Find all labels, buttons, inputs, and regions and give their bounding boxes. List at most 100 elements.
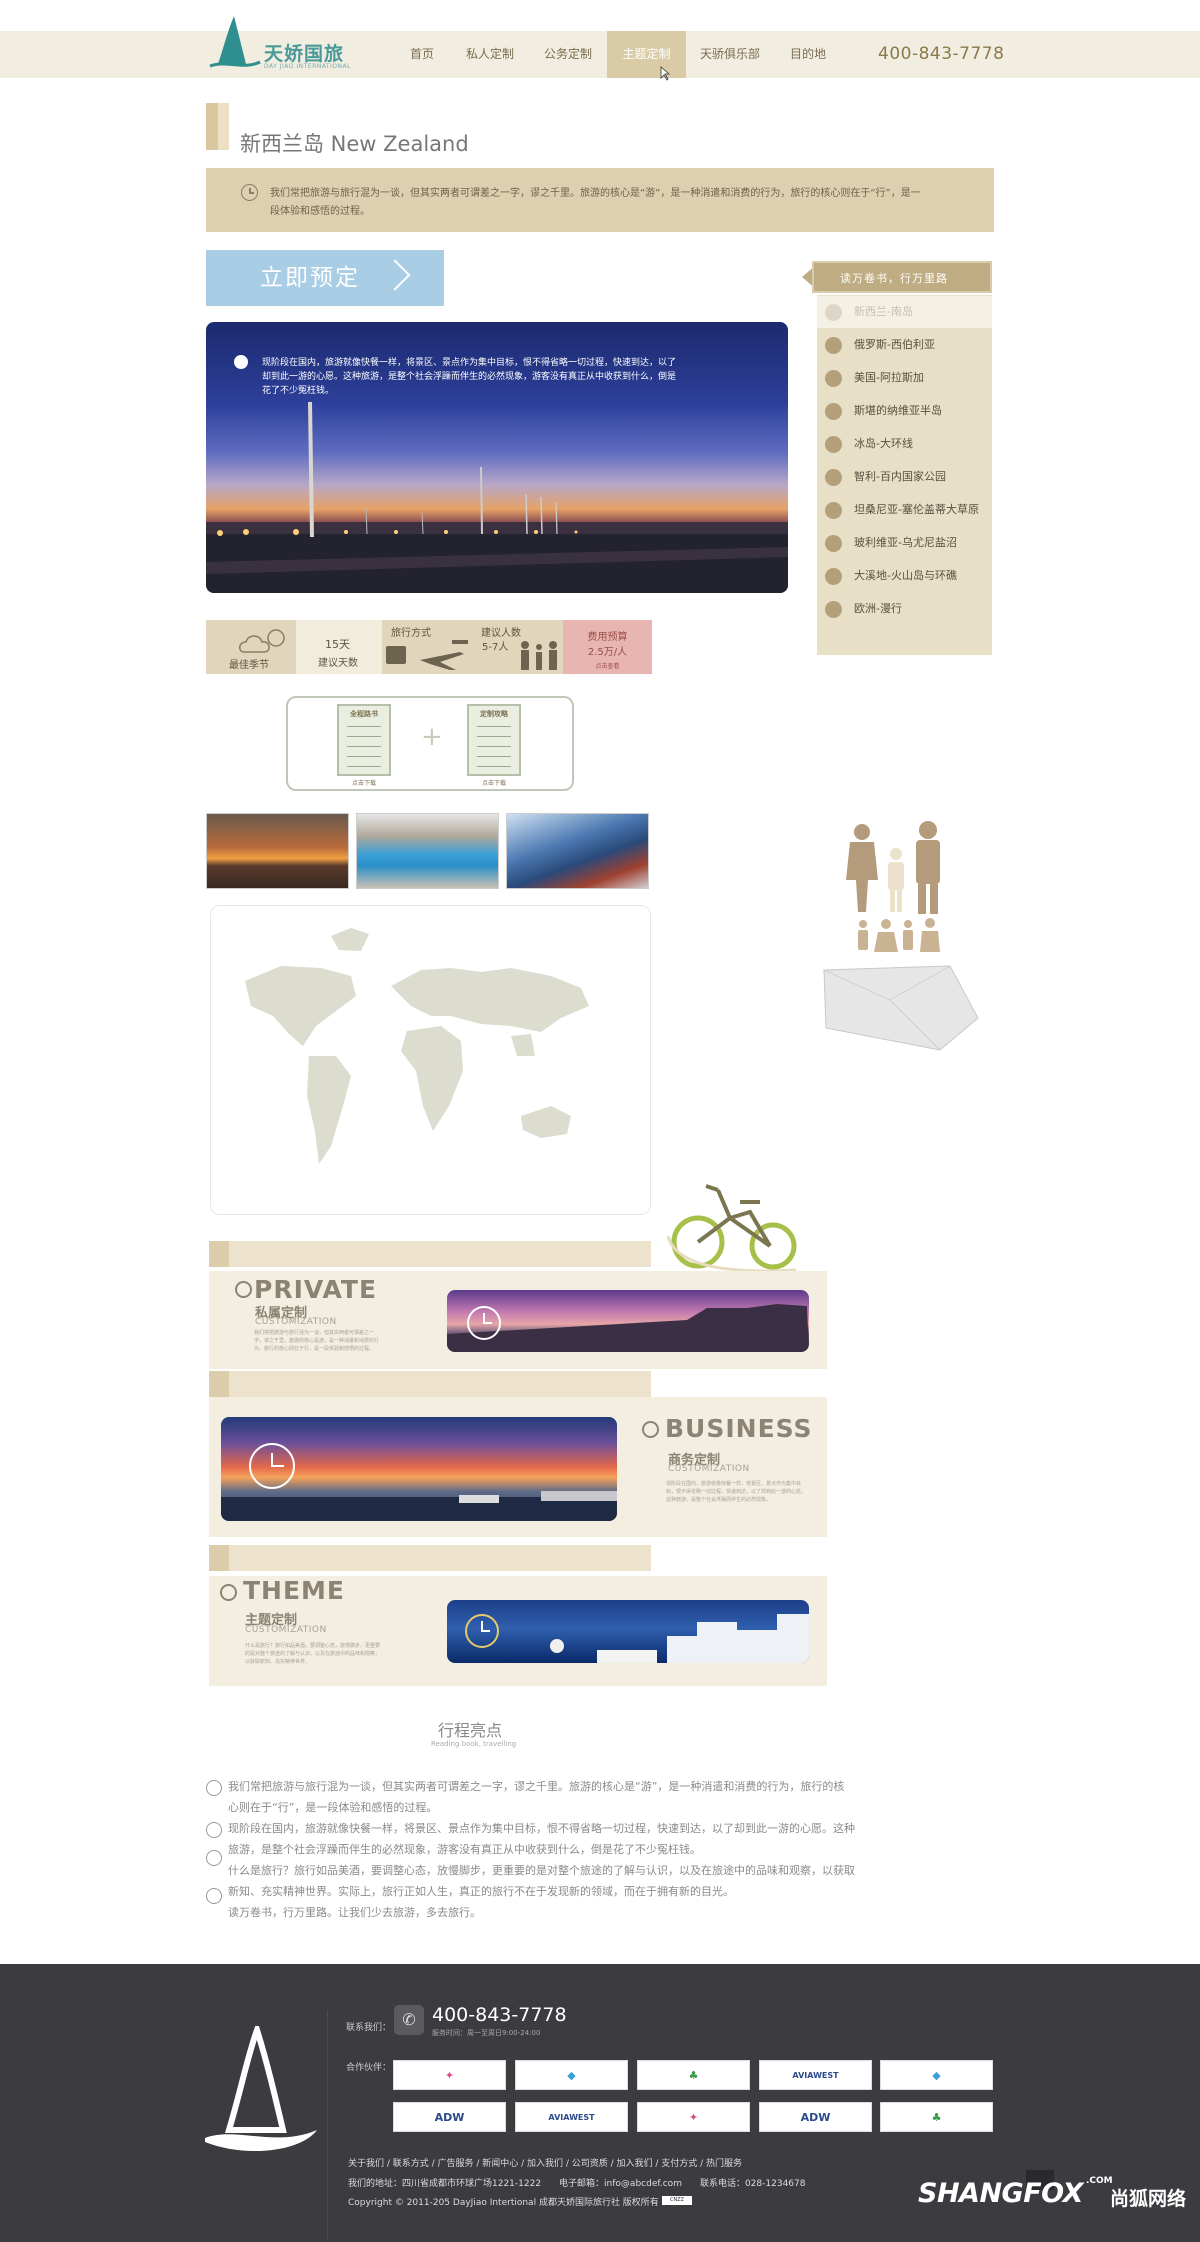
partners-label: 合作伙伴： <box>346 2063 392 2073</box>
business-description: 现阶段在国内，旅游就像快餐一样，将景区、景点作为集中目标，恨不得省略一切过程，快… <box>666 1481 807 1503</box>
theme-en-subtitle: CUSTOMIZATION <box>245 1625 327 1635</box>
sidebar-item-tanzania[interactable]: 坦桑尼亚-塞伦盖蒂大草原 <box>817 494 992 526</box>
partner-logo[interactable]: ADW <box>393 2102 506 2132</box>
clock-icon <box>642 1421 659 1438</box>
nav-private[interactable]: 私人定制 <box>458 31 522 78</box>
theme-heading: THEME <box>243 1576 346 1605</box>
wing-logo-icon: ◆ <box>567 2069 576 2082</box>
book-now-label: 立即预定 <box>260 265 360 291</box>
santorini-scene <box>550 1614 809 1663</box>
partner-logo[interactable]: ♣ <box>637 2060 750 2090</box>
sidebar-item-chile[interactable]: 智利-百内国家公园 <box>817 461 992 493</box>
private-description: 我们常把旅游与旅行混为一谈，但其实两者可谓差之一字，谬之千里。旅游的核心是游，是… <box>254 1330 380 1352</box>
sidebar-item-new-zealand[interactable]: 新西兰-南岛 <box>817 296 992 328</box>
partner-logo[interactable]: AVIAWEST <box>515 2102 628 2132</box>
budget-label: 费用预算 <box>587 632 628 643</box>
globe-icon <box>825 535 842 552</box>
sidebar-item-alaska[interactable]: 美国-阿拉斯加 <box>817 362 992 394</box>
family-box-illustration <box>823 821 979 1051</box>
sidebar-item-label: 新西兰-南岛 <box>854 305 913 318</box>
brand-subtitle: DAY JIAO INTERNATIONAL <box>264 63 351 70</box>
chevron-right-icon <box>379 259 411 291</box>
butterfly-logo-icon: ✦ <box>444 2069 455 2082</box>
ship-thumbnail[interactable] <box>506 813 649 889</box>
watermark-com: .COM <box>1086 2176 1113 2186</box>
leaf-logo-icon: ♣ <box>931 2111 942 2124</box>
business-en-subtitle: CUSTOMIZATION <box>668 1464 750 1474</box>
sunset-thumbnail[interactable] <box>206 813 349 889</box>
sidebar-item-label: 大溪地-火山岛与环礁 <box>854 569 957 582</box>
partner-logo[interactable]: ◆ <box>880 2060 993 2090</box>
clock-icon <box>467 1306 501 1340</box>
cursor-icon <box>660 66 670 81</box>
butterfly-logo-icon: ✦ <box>688 2111 699 2124</box>
sidebar-item-iceland[interactable]: 冰岛-大环线 <box>817 428 992 460</box>
hero-caption: 现阶段在国内，旅游就像快餐一样，将景区、景点作为集中目标，恨不得省略一切过程，快… <box>262 358 677 396</box>
wing-logo-icon: ◆ <box>932 2069 941 2082</box>
footer-sail-logo-icon <box>205 2026 317 2152</box>
private-image[interactable] <box>447 1290 809 1352</box>
sidebar-item-label: 欧洲-漫行 <box>854 602 902 615</box>
sidebar-item-tahiti[interactable]: 大溪地-火山岛与环礁 <box>817 560 992 592</box>
guide-doc-button[interactable]: 定制攻略 <box>467 704 521 776</box>
days-value: 15天 <box>325 638 350 651</box>
nav-destination[interactable]: 目的地 <box>783 31 833 78</box>
highlights-line: 现阶段在国内，旅游就像快餐一样，将景区、景点作为集中目标，恨不得省略一切过程，快… <box>228 1822 855 1835</box>
top-nav-bar <box>0 31 1200 78</box>
private-tab <box>209 1241 651 1267</box>
highlights-line: 旅游，是整个社会浮躁而伴生的必然现象，游客没有真正从中收获到什么，倒是花了不少冤… <box>228 1843 701 1856</box>
lightbulb-icon <box>234 355 248 369</box>
highlights-line: 读万卷书，行万里路。让我们少去旅游，多去旅行。 <box>228 1906 481 1919</box>
weather-icon <box>239 629 285 653</box>
business-heading: BUSINESS <box>665 1414 813 1443</box>
globe-icon <box>825 436 842 453</box>
sidebar-item-bolivia[interactable]: 玻利维亚-乌尤尼盐沼 <box>817 527 992 559</box>
nav-club[interactable]: 天骄俱乐部 <box>695 31 765 78</box>
people-value: 5-7人 <box>482 642 509 653</box>
itinerary-doc-button[interactable]: 全程路书 <box>337 704 391 776</box>
guide-doc-title: 定制攻略 <box>480 710 508 718</box>
plus-icon: + <box>421 722 443 752</box>
partner-logo[interactable]: AVIAWEST <box>759 2060 872 2090</box>
itinerary-download-link[interactable]: 点击下载 <box>352 778 376 787</box>
budget-cell[interactable]: 费用预算 2.5万/人 点击查看 <box>563 620 652 674</box>
highlights-line: 我们常把旅游与旅行混为一谈，但其实两者可谓差之一字，谬之千里。旅游的核心是“游”… <box>228 1780 845 1793</box>
private-en-subtitle: CUSTOMIZATION <box>255 1317 337 1327</box>
people-label: 建议人数 <box>481 628 521 639</box>
nav-official[interactable]: 公务定制 <box>536 31 600 78</box>
logo[interactable]: 天娇国旅 DAY JIAO INTERNATIONAL <box>206 12 356 74</box>
pool-thumbnail[interactable] <box>356 813 499 889</box>
partner-logo[interactable]: ✦ <box>393 2060 506 2090</box>
clock-icon <box>206 1822 222 1838</box>
guide-download-link[interactable]: 点击下载 <box>482 778 506 787</box>
sidebar-item-russia[interactable]: 俄罗斯-西伯利亚 <box>817 329 992 361</box>
sidebar-item-scandinavia[interactable]: 斯堪的纳维亚半岛 <box>817 395 992 427</box>
footer-links[interactable]: 关于我们 / 联系方式 / 广告服务 / 新闻中心 / 加入我们 / 公司资质 … <box>348 2156 742 2169</box>
nav-home[interactable]: 首页 <box>402 31 442 78</box>
watermark-logo: SHANGFOX <box>918 2178 1083 2209</box>
world-map-image <box>245 928 589 1164</box>
sidebar-heading: 读万卷书，行万里路 <box>802 261 992 293</box>
theme-image[interactable] <box>447 1600 809 1663</box>
world-map-box <box>210 905 651 1215</box>
nav-theme[interactable]: 主题定制 <box>607 31 686 78</box>
book-now-button[interactable]: 立即预定 <box>206 250 444 306</box>
clock-icon <box>206 1888 222 1904</box>
theme-tab <box>209 1545 651 1571</box>
partner-logo[interactable]: ✦ <box>637 2102 750 2132</box>
partner-logo[interactable]: ADW <box>759 2102 872 2132</box>
sidebar-item-label: 玻利维亚-乌尤尼盐沼 <box>854 536 957 549</box>
page-title: 新西兰岛 New Zealand <box>240 132 469 156</box>
cnzz-badge[interactable]: CNZZ <box>662 2196 692 2205</box>
sidebar-item-europe[interactable]: 欧洲-漫行 <box>817 593 992 625</box>
sidebar-heading-text: 读万卷书，行万里路 <box>840 272 948 285</box>
private-heading: PRIVATE <box>254 1275 378 1304</box>
season-label: 最佳季节 <box>229 660 269 671</box>
clock-icon <box>235 1281 252 1298</box>
sidebar-item-label: 智利-百内国家公园 <box>854 470 946 483</box>
globe-icon <box>825 403 842 420</box>
partner-logo[interactable]: ♣ <box>880 2102 993 2132</box>
partner-logo[interactable]: ◆ <box>515 2060 628 2090</box>
business-image[interactable] <box>221 1417 617 1521</box>
leaf-logo-icon: ♣ <box>688 2069 699 2082</box>
